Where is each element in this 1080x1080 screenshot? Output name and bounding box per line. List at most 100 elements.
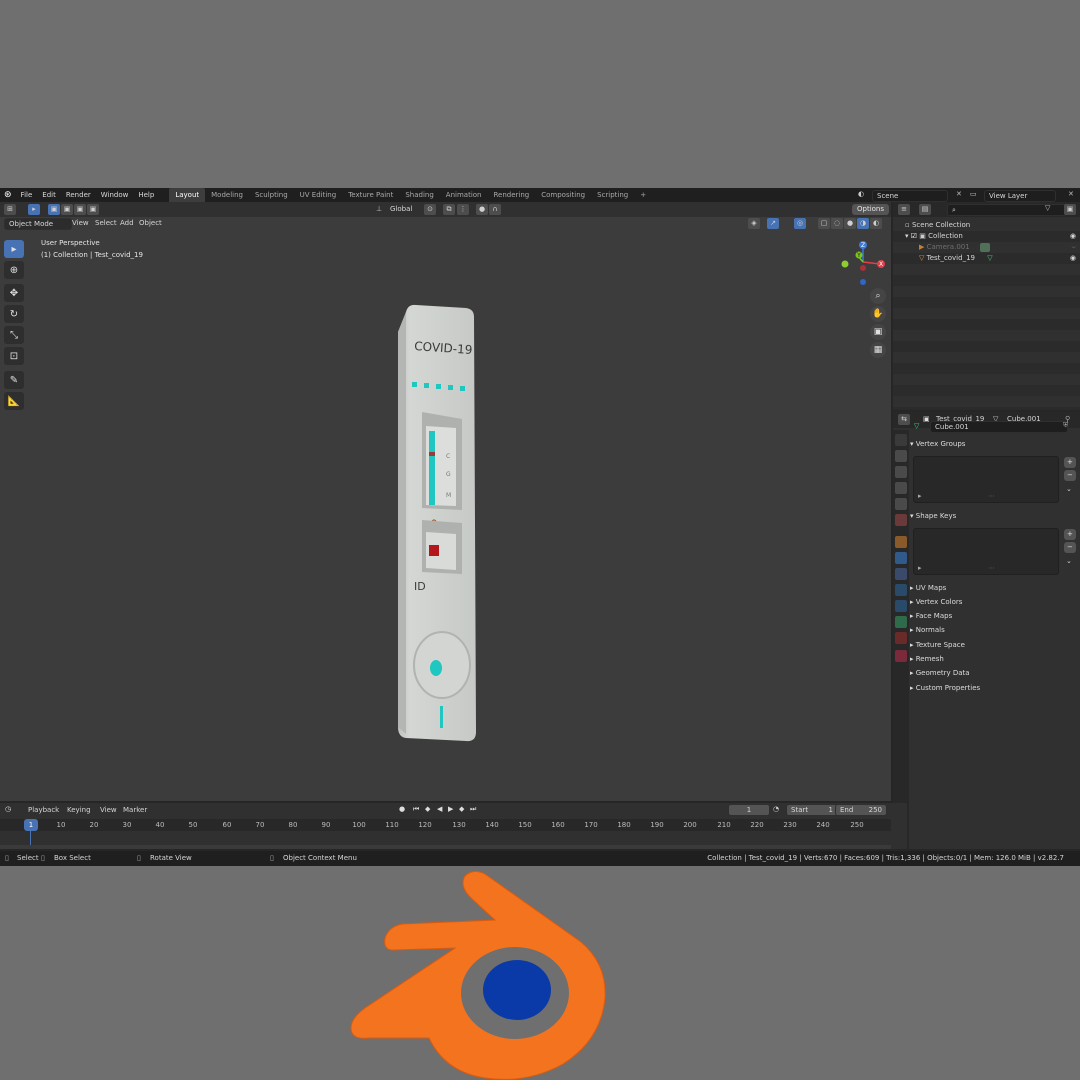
select-tool-icon[interactable]: ▸ [28,204,40,215]
panel-vertex-colors[interactable]: ▸ Vertex Colors [910,596,1078,608]
tab-scripting[interactable]: Scripting [591,188,634,202]
snap-target-icon[interactable]: ⋮ [457,204,469,215]
tool-tab-icon[interactable] [895,434,907,446]
panel-texture-space[interactable]: ▸ Texture Space [910,639,1078,651]
outliner-row-test-covid[interactable]: ▽ Test_covid_19 ▽ ◉ [893,253,1080,264]
outliner-row-camera[interactable]: ▶ Camera.001 ⌣ [893,242,1080,253]
menu-view[interactable]: View [72,219,89,227]
shape-key-specials-icon[interactable]: ⌄ [1066,557,1072,565]
modifier-tab-icon[interactable] [895,552,907,564]
view-layer-close-icon[interactable]: ✕ [1068,190,1074,198]
tab-compositing[interactable]: Compositing [535,188,591,202]
menu-edit[interactable]: Edit [37,188,61,202]
next-keyframe-icon[interactable]: ◆ [459,805,464,813]
menu-render[interactable]: Render [61,188,96,202]
mode-dropdown[interactable]: Object Mode [4,218,72,230]
play-reverse-icon[interactable]: ◀ [437,805,442,813]
timeline-scrollbar[interactable] [0,845,891,849]
panel-custom-properties[interactable]: ▸ Custom Properties [910,682,1078,694]
add-workspace-button[interactable]: + [634,188,652,202]
view-layer-icon[interactable]: ▭ [970,190,977,198]
mesh-data-icon[interactable]: ▽ [987,254,992,262]
output-tab-icon[interactable] [895,466,907,478]
start-frame-field[interactable]: Start 1 [786,804,838,816]
view-layer-tab-icon[interactable] [895,482,907,494]
shading-solid-icon[interactable]: ● [844,218,856,229]
render-tab-icon[interactable] [895,450,907,462]
panel-geometry-data[interactable]: ▸ Geometry Data [910,667,1078,679]
tab-animation[interactable]: Animation [440,188,488,202]
covid-test-model[interactable]: COVID-19 C G M ID [380,302,490,752]
particles-tab-icon[interactable] [895,568,907,580]
vertex-group-specials-icon[interactable]: ⌄ [1066,485,1072,493]
tool-select-box[interactable]: ▸ [4,240,24,258]
tool-annotate[interactable]: ✎ [4,371,24,389]
mesh-datablock-field[interactable]: Cube.001 [930,421,1068,433]
menu-add[interactable]: Add [120,219,134,227]
view-layer-field[interactable]: View Layer [984,190,1056,202]
select-mode-invert-icon[interactable]: ▣ [87,204,99,215]
tool-rotate[interactable]: ↻ [4,305,24,323]
world-tab-icon[interactable] [895,514,907,526]
menu-playback[interactable]: Playback [28,806,59,814]
ortho-toggle-button[interactable]: ▦ [870,342,886,358]
eye-icon[interactable]: ◉ [1070,253,1076,264]
panel-vertex-groups[interactable]: ▾ Vertex Groups [910,438,1078,450]
options-dropdown[interactable]: Options [852,204,890,215]
panel-shape-keys[interactable]: ▾ Shape Keys [910,510,1078,522]
proportional-edit-icon[interactable]: ● [476,204,488,215]
play-icon[interactable]: ▶ [448,805,453,813]
object-tab-icon[interactable] [895,536,907,548]
pivot-icon[interactable]: ⊙ [424,204,436,215]
panel-normals[interactable]: ▸ Normals [910,624,1078,636]
frame-ruler[interactable]: 1 10 20 30 40 50 60 70 80 90 100 110 120… [0,819,891,831]
scene-field[interactable]: Scene [872,190,948,202]
pan-view-button[interactable]: ✋ [870,306,886,322]
select-mode-new-icon[interactable]: ▣ [48,204,60,215]
blender-logo-icon[interactable]: ⊛ [0,188,16,202]
menu-marker[interactable]: Marker [123,806,147,814]
list-expand-icon[interactable]: ▸ [918,492,922,500]
scene-tab-icon[interactable] [895,498,907,510]
vertex-group-remove-button[interactable]: − [1064,470,1076,481]
tool-move[interactable]: ✥ [4,284,24,302]
filter-icon[interactable]: ▽ [1045,204,1050,212]
tab-layout[interactable]: Layout [169,188,206,202]
properties-editor-icon[interactable]: ⇆ [898,414,910,425]
eye-icon[interactable]: ◉ [1070,231,1076,242]
shading-wireframe-icon[interactable]: ◌ [831,218,843,229]
end-frame-field[interactable]: End 250 [835,804,887,816]
display-mode-icon[interactable]: ▤ [919,204,931,215]
tool-transform[interactable]: ⊡ [4,347,24,365]
menu-file[interactable]: File [16,188,38,202]
vertex-groups-list[interactable]: ▸ ⋯ [913,456,1059,503]
tab-modeling[interactable]: Modeling [205,188,249,202]
current-frame-field[interactable]: 1 [728,804,770,816]
list-resize-handle[interactable]: ⋯ [988,564,995,572]
prev-keyframe-icon[interactable]: ◆ [425,805,430,813]
outliner-editor-icon[interactable]: ≡ [898,204,910,215]
tool-cursor[interactable]: ⊕ [4,261,24,279]
list-resize-handle[interactable]: ⋯ [988,492,995,500]
camera-data-icon[interactable] [979,242,990,252]
shading-material-icon[interactable]: ◑ [857,218,869,229]
list-expand-icon[interactable]: ▸ [918,564,922,572]
zoom-view-button[interactable]: ⌕ [870,288,886,304]
transform-orientation-dropdown[interactable]: Global [386,204,426,214]
visibility-icon[interactable]: ◈ [748,218,760,229]
jump-end-icon[interactable]: ⏭ [470,805,476,814]
menu-object[interactable]: Object [139,219,162,227]
vertex-group-add-button[interactable]: + [1064,457,1076,468]
snap-icon[interactable]: ⧉ [443,204,455,215]
stopwatch-icon[interactable]: ◔ [773,805,779,813]
tool-measure[interactable]: 📐 [4,392,24,410]
shading-rendered-icon[interactable]: ◐ [870,218,882,229]
tab-sculpting[interactable]: Sculpting [249,188,294,202]
select-mode-extend-icon[interactable]: ▣ [61,204,73,215]
camera-view-button[interactable]: ▣ [870,324,886,340]
record-icon[interactable]: ● [399,805,405,813]
xray-icon[interactable]: ▢ [818,218,830,229]
jump-start-icon[interactable]: ⏮ [413,805,419,814]
gizmo-toggle-icon[interactable]: ↗ [767,218,779,229]
tab-shading[interactable]: Shading [399,188,439,202]
